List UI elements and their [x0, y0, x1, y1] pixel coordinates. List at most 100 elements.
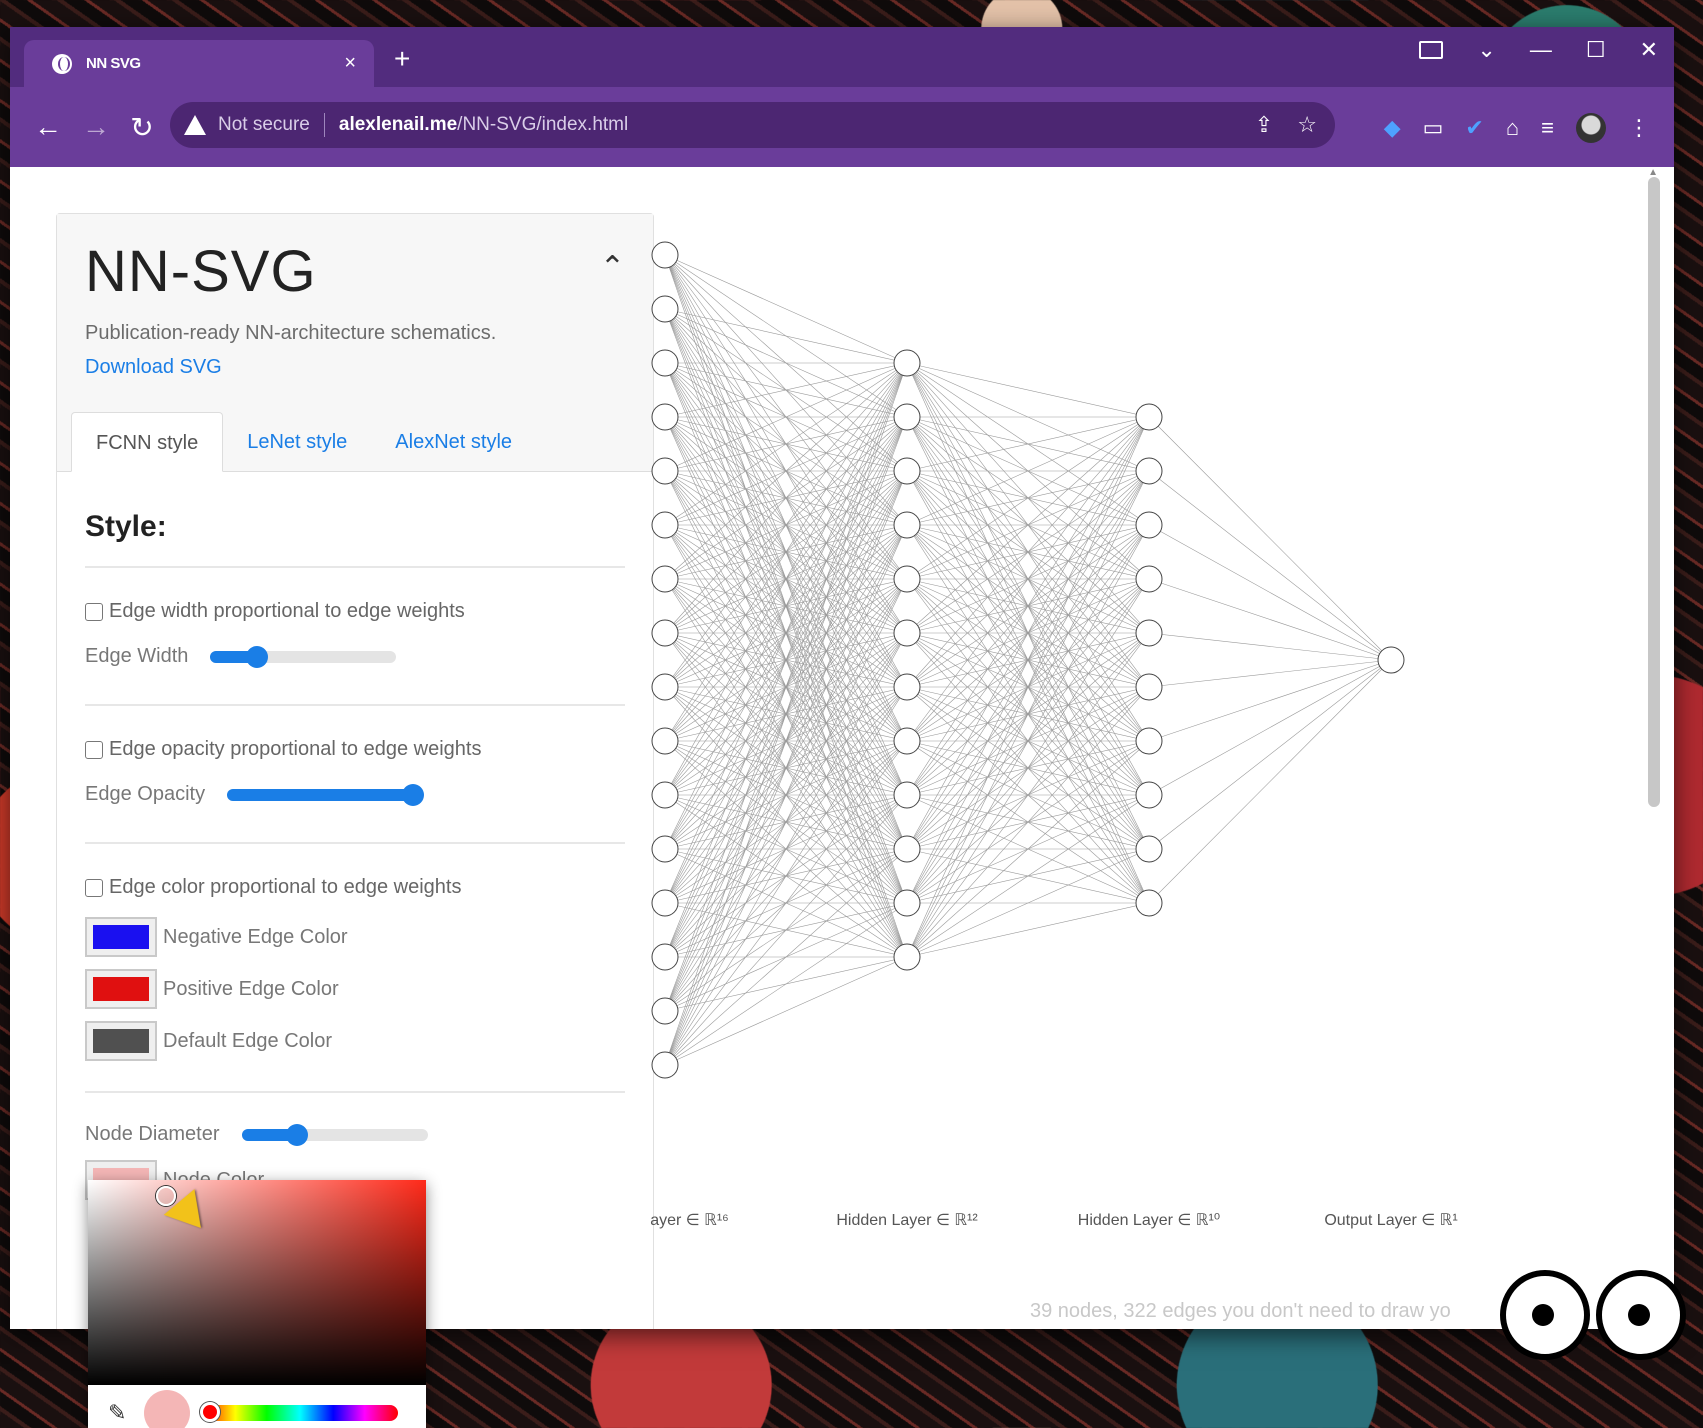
edge: [1148, 578, 1392, 661]
slider-knob[interactable]: [402, 783, 425, 806]
menu-icon[interactable]: ⋮: [1628, 115, 1650, 141]
divider: [85, 566, 625, 568]
slider-knob[interactable]: [286, 1123, 309, 1146]
node: [893, 889, 921, 917]
edge-width-slider[interactable]: [210, 645, 397, 668]
scrollbar[interactable]: [1648, 177, 1660, 807]
reload-icon[interactable]: ↻: [130, 111, 154, 144]
back-icon[interactable]: ←: [34, 111, 62, 143]
edge: [1148, 524, 1392, 661]
edge-width-label: Edge Width: [85, 645, 189, 667]
star-icon[interactable]: ☆: [1297, 112, 1317, 138]
edge-color-check-label: Edge color proportional to edge weights: [109, 876, 462, 898]
node: [1135, 403, 1163, 431]
download-svg-link[interactable]: Download SVG: [85, 356, 222, 379]
tab-alexnet[interactable]: AlexNet style: [371, 412, 536, 472]
style-heading: Style:: [85, 510, 167, 543]
new-tab-button[interactable]: +: [394, 45, 410, 73]
node: [1135, 457, 1163, 485]
home-icon[interactable]: ⌂: [1506, 115, 1519, 141]
node: [651, 835, 679, 863]
node: [651, 1051, 679, 1079]
edge-opacity-slider[interactable]: [227, 783, 425, 806]
pupil: [1532, 1304, 1554, 1326]
default-color-swatch[interactable]: [85, 1021, 157, 1061]
browser-tab[interactable]: NN SVG ×: [24, 40, 374, 87]
reading-list-icon[interactable]: ≡: [1541, 115, 1554, 141]
node: [651, 673, 679, 701]
tab-close-icon[interactable]: ×: [344, 52, 356, 75]
forward-icon[interactable]: →: [82, 111, 110, 143]
node: [893, 619, 921, 647]
hue-slider[interactable]: [200, 1401, 399, 1422]
layer-label: Hidden Layer ∈ ℝ¹²: [836, 1212, 978, 1229]
address-bar[interactable]: Not secure alexlenail.me /NN-SVG/index.h…: [170, 102, 1335, 148]
node: [1135, 835, 1163, 863]
node: [893, 727, 921, 755]
node: [651, 457, 679, 485]
minimize-icon[interactable]: —: [1530, 37, 1552, 63]
node: [893, 565, 921, 593]
node: [1135, 673, 1163, 701]
extension-icon[interactable]: ▭: [1423, 115, 1444, 141]
node: [1135, 565, 1163, 593]
default-color-row: Default Edge Color: [85, 1021, 625, 1061]
eye-icon: [1500, 1270, 1590, 1360]
edge-width-checkbox[interactable]: [85, 602, 103, 621]
edges-group: [664, 254, 1392, 1066]
default-color-label: Default Edge Color: [163, 1029, 332, 1052]
node: [1135, 781, 1163, 809]
close-window-icon[interactable]: ✕: [1640, 37, 1658, 63]
node-diameter-slider[interactable]: [241, 1123, 428, 1146]
googly-eyes-overlay: [1500, 1270, 1686, 1360]
edge-color-checkbox[interactable]: [85, 878, 103, 897]
edge: [664, 956, 908, 1066]
cast-icon[interactable]: [1419, 41, 1444, 59]
negative-color-swatch[interactable]: [85, 917, 157, 957]
positive-color-swatch[interactable]: [85, 969, 157, 1009]
tab-fcnn[interactable]: FCNN style: [71, 412, 224, 472]
node: [1135, 511, 1163, 539]
tab-lenet[interactable]: LeNet style: [223, 412, 371, 472]
check-extension-icon[interactable]: ✔: [1465, 115, 1483, 141]
node: [1135, 619, 1163, 647]
color-preview: [144, 1389, 191, 1428]
node-diameter-row: Node Diameter: [85, 1123, 625, 1146]
edge: [664, 254, 908, 364]
edge-width-check-label: Edge width proportional to edge weights: [109, 600, 465, 622]
edge: [906, 578, 1150, 958]
browser-toolbar: ← → ↻ Not secure alexlenail.me /NN-SVG/i…: [10, 87, 1674, 167]
hue-knob[interactable]: [200, 1401, 221, 1422]
node: [651, 403, 679, 431]
swatch-color: [93, 925, 149, 949]
page-title: NN-SVG: [85, 239, 317, 304]
color-handle[interactable]: [156, 1186, 176, 1206]
share-icon[interactable]: ⇪: [1255, 112, 1273, 138]
node: [893, 403, 921, 431]
maximize-icon[interactable]: ☐: [1586, 37, 1606, 63]
positive-color-row: Positive Edge Color: [85, 969, 625, 1009]
pupil: [1628, 1304, 1650, 1326]
node: [1135, 889, 1163, 917]
saturation-field[interactable]: [88, 1180, 426, 1385]
node: [651, 781, 679, 809]
edge: [1148, 659, 1392, 904]
node: [651, 943, 679, 971]
color-picker-popup[interactable]: ✎: [88, 1180, 426, 1428]
panel-body: Style: Edge width proportional to edge w…: [57, 510, 653, 1200]
node: [651, 619, 679, 647]
node: [651, 727, 679, 755]
extension-icon[interactable]: ◆: [1384, 115, 1401, 141]
swatch-color: [93, 1029, 149, 1053]
chevron-down-icon[interactable]: ⌄: [1477, 37, 1495, 63]
layer-label: Output Layer ∈ ℝ¹: [1324, 1212, 1457, 1229]
edge-width-option: Edge width proportional to edge weights: [85, 600, 625, 623]
url-host: alexlenail.me: [338, 114, 458, 135]
profile-avatar[interactable]: [1576, 113, 1606, 143]
eyedropper-icon[interactable]: ✎: [108, 1400, 126, 1426]
edge-opacity-checkbox[interactable]: [85, 740, 103, 759]
slider-knob[interactable]: [245, 645, 268, 668]
chevron-up-icon[interactable]: ⌃: [600, 250, 625, 285]
divider: [85, 842, 625, 844]
swatch-color: [93, 977, 149, 1001]
